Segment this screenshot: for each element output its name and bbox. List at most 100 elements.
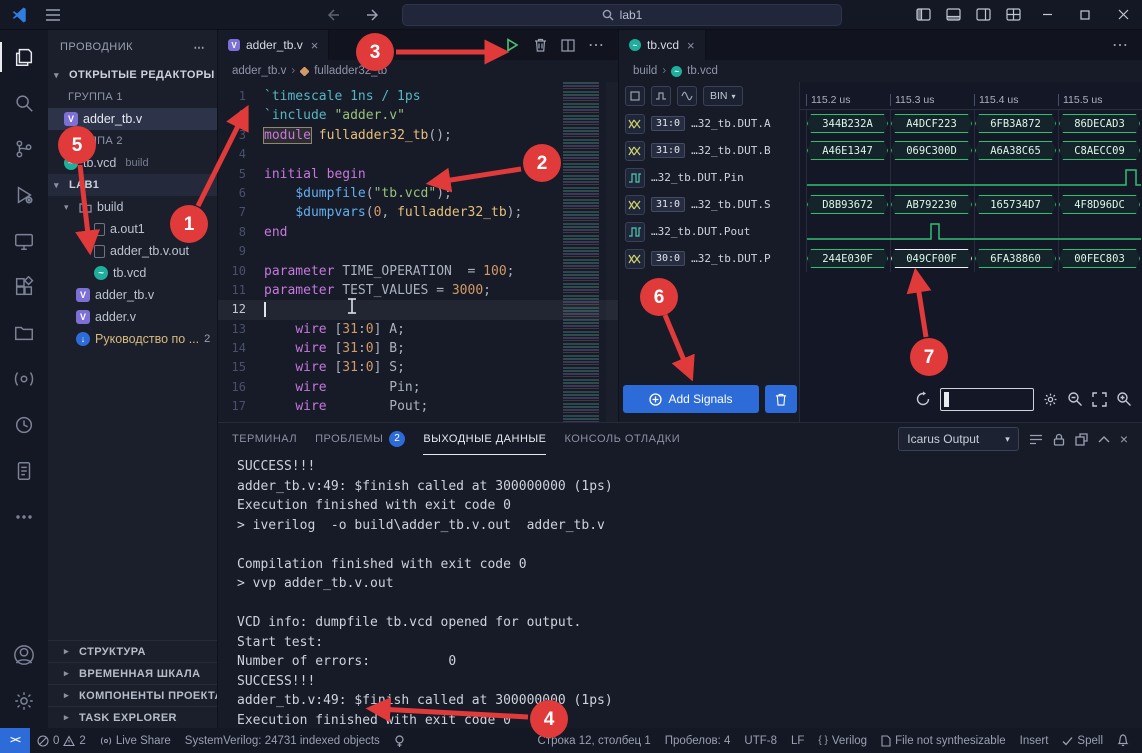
indentation[interactable]: Пробелов: 4 <box>658 735 738 747</box>
remote-explorer-icon[interactable] <box>0 218 48 264</box>
maximize-icon[interactable] <box>1066 0 1104 29</box>
remote-indicator[interactable]: >< <box>0 728 30 753</box>
customize-layout-icon[interactable] <box>998 0 1028 29</box>
tree-folder-build[interactable]: ▾build <box>48 196 217 218</box>
tab-tbvcd[interactable]: tb.vcd × <box>619 30 706 60</box>
code-line[interactable]: 4 <box>218 145 618 164</box>
signal-row[interactable]: …32_tb.DUT.Pout <box>619 218 799 245</box>
zoom-fit-icon[interactable] <box>1092 392 1107 407</box>
waveform-area[interactable]: 115.2 us 115.3 us 115.4 us 115.5 us 344B… <box>800 82 1142 422</box>
tab-output[interactable]: ВЫХОДНЫЕ ДАННЫЕ <box>423 423 546 455</box>
tab-problems[interactable]: ПРОБЛЕМЫ2 <box>315 423 405 455</box>
run-debug-icon[interactable] <box>0 172 48 218</box>
square-wave-icon[interactable] <box>651 86 671 106</box>
toggle-panel-icon[interactable] <box>938 0 968 29</box>
eol[interactable]: LF <box>784 735 811 747</box>
code-line[interactable]: 7 $dumpvars(0, fulladder32_tb); <box>218 203 618 222</box>
source-control-icon[interactable] <box>0 126 48 172</box>
code-line[interactable]: 17 wire Pout; <box>218 397 618 416</box>
breadcrumb[interactable]: adder_tb.v› fulladder32_tb <box>218 60 618 82</box>
output-console[interactable]: SUCCESS!!!adder_tb.v:49: $finish called … <box>218 455 1142 728</box>
wave-value[interactable]: 6FB3A872 <box>975 114 1056 133</box>
settings-gear-icon[interactable] <box>0 678 48 724</box>
wave-value[interactable]: C8AECC09 <box>1059 141 1140 160</box>
wave-value[interactable]: 86DECAD3 <box>1059 114 1140 133</box>
open-editors-header[interactable]: ▾ОТКРЫТЫЕ РЕДАКТОРЫ <box>48 64 217 86</box>
wave-value[interactable]: 6FA38860 <box>975 249 1056 268</box>
sine-wave-icon[interactable] <box>677 86 697 106</box>
tab-debug-console[interactable]: КОНСОЛЬ ОТЛАДКИ <box>564 423 680 455</box>
wave-value[interactable]: A6A38C65 <box>975 141 1056 160</box>
add-signals-button[interactable]: Add Signals <box>623 385 759 413</box>
word-wrap-icon[interactable] <box>1029 434 1043 445</box>
wave-row[interactable] <box>800 164 1142 191</box>
synthesizable-status[interactable]: File not synthesizable <box>874 735 1013 747</box>
format-select[interactable]: BIN▾ <box>703 86 743 106</box>
code-line[interactable]: 6 $dumpfile("tb.vcd"); <box>218 184 618 203</box>
code-line[interactable]: 9 <box>218 242 618 261</box>
code-line[interactable]: 10parameter TIME_OPERATION = 100; <box>218 262 618 281</box>
wave-value[interactable]: 00FEC803 <box>1059 249 1140 268</box>
section-timeline[interactable]: ▸ВРЕМЕННАЯ ШКАЛА <box>48 662 217 684</box>
explorer-icon[interactable] <box>0 34 48 80</box>
breadcrumb[interactable]: build› tb.vcd <box>619 60 1142 82</box>
section-project-components[interactable]: ▸КОМПОНЕНТЫ ПРОЕКТА <box>48 684 217 706</box>
problems-status[interactable]: 0 2 <box>30 728 93 753</box>
spell-status[interactable]: Spell <box>1055 735 1110 747</box>
extensions-icon[interactable] <box>0 264 48 310</box>
section-task-explorer[interactable]: ▸TASK EXPLORER <box>48 706 217 728</box>
wave-value[interactable]: 069C300D <box>891 141 972 160</box>
code-line[interactable]: 5initial begin <box>218 165 618 184</box>
zoom-in-icon[interactable] <box>1116 391 1132 407</box>
run-button[interactable] <box>500 33 524 57</box>
signal-row[interactable]: …32_tb.DUT.Pin <box>619 164 799 191</box>
code-line[interactable]: 16 wire Pin; <box>218 378 618 397</box>
code-line[interactable]: 13 wire [31:0] A; <box>218 320 618 339</box>
code-line[interactable]: 1`timescale 1ns / 1ps <box>218 87 618 106</box>
language-server-status[interactable]: SystemVerilog: 24731 indexed objects <box>178 728 387 753</box>
wave-row[interactable] <box>800 218 1142 245</box>
marker-icon[interactable] <box>625 86 645 106</box>
wave-row[interactable]: D8B93672AB792230165734D74F8D96DC <box>800 191 1142 218</box>
more-actions-icon[interactable]: ⋯ <box>1108 33 1132 57</box>
wave-row[interactable]: 244E030F049CF00F6FA3886000FEC803 <box>800 245 1142 272</box>
code-line[interactable]: 8end <box>218 223 618 242</box>
open-editor-item[interactable]: tb.vcdbuild <box>48 152 217 174</box>
search-nav-icon[interactable] <box>0 80 48 126</box>
close-tab-icon[interactable]: × <box>311 38 319 53</box>
sidebar-more-icon[interactable]: ⋯ <box>194 41 206 54</box>
wave-row[interactable]: A46E1347069C300DA6A38C65C8AECC09 <box>800 137 1142 164</box>
code-editor[interactable]: 1`timescale 1ns / 1ps2`include "adder.v"… <box>218 82 618 422</box>
signal-row[interactable]: 30:0…32_tb.DUT.P <box>619 245 799 272</box>
menu-icon[interactable] <box>38 0 68 29</box>
section-structure[interactable]: ▸СТРУКТУРА <box>48 640 217 662</box>
indexing-icon[interactable] <box>387 728 412 753</box>
wave-value[interactable]: 049CF00F <box>891 249 972 268</box>
close-panel-icon[interactable]: × <box>1120 431 1128 447</box>
close-window-icon[interactable] <box>1104 0 1142 29</box>
code-line[interactable]: 2`include "adder.v" <box>218 106 618 125</box>
project-manager-icon[interactable] <box>0 310 48 356</box>
minimize-icon[interactable] <box>1028 0 1066 29</box>
code-line[interactable]: 11parameter TEST_VALUES = 3000; <box>218 281 618 300</box>
tree-file-adder-out[interactable]: adder_tb.v.out <box>48 240 217 262</box>
open-editor-item[interactable]: adder_tb.v <box>48 108 217 130</box>
tree-file-manual[interactable]: Руководство по ...2 <box>48 328 217 350</box>
live-share-status[interactable]: Live Share <box>93 728 178 753</box>
refresh-icon[interactable] <box>915 391 931 407</box>
tab-terminal[interactable]: ТЕРМИНАЛ <box>232 423 297 455</box>
wave-value[interactable]: 244E030F <box>807 249 888 268</box>
forward-icon[interactable] <box>358 0 388 29</box>
tree-file-adder[interactable]: adder.v <box>48 306 217 328</box>
more-actions-icon[interactable]: ⋯ <box>584 33 608 57</box>
close-tab-icon[interactable]: × <box>687 38 695 53</box>
wave-value[interactable]: D8B93672 <box>807 195 888 214</box>
wave-value[interactable]: A4DCF223 <box>891 114 972 133</box>
signal-row[interactable]: 31:0…32_tb.DUT.S <box>619 191 799 218</box>
encoding[interactable]: UTF-8 <box>737 735 784 747</box>
workspace-header[interactable]: ▾LAB1 <box>48 174 217 196</box>
wave-value[interactable]: 165734D7 <box>975 195 1056 214</box>
notifications-bell-icon[interactable] <box>1110 734 1136 747</box>
report-icon[interactable] <box>0 448 48 494</box>
scrollbar[interactable] <box>606 82 618 422</box>
